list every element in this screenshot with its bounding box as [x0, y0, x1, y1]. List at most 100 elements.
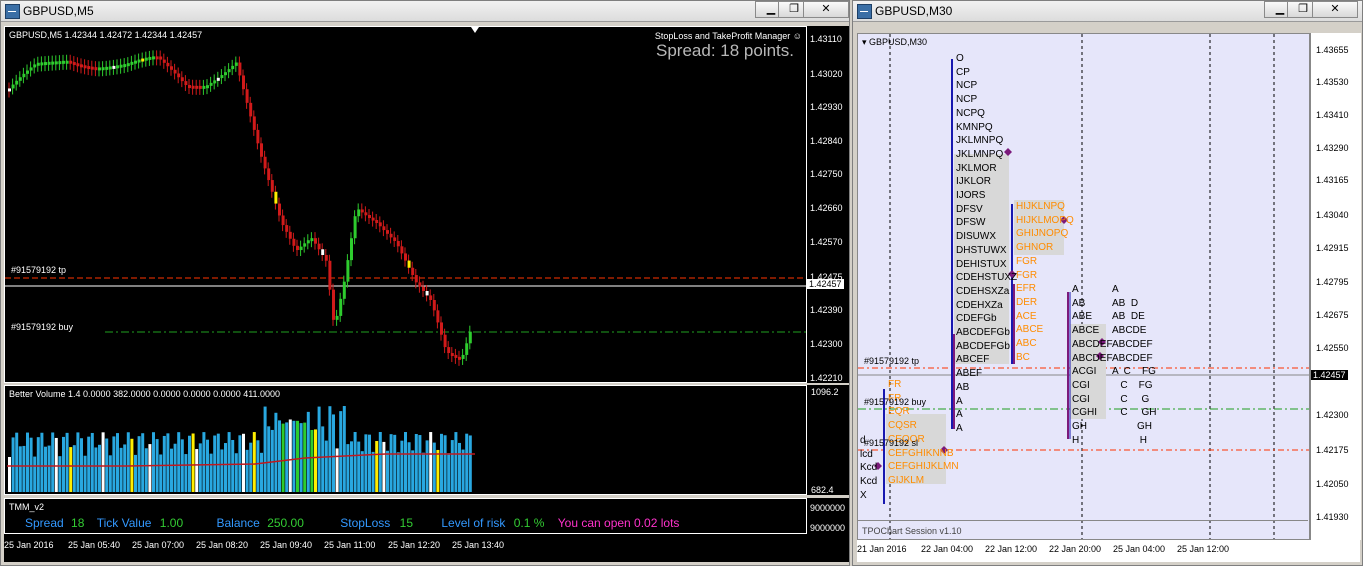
volume-bar: [36, 437, 40, 492]
time-axis-label: 22 Jan 12:00: [985, 544, 1038, 554]
candle-body: [94, 67, 98, 71]
volume-bar: [173, 443, 177, 492]
volume-bar: [429, 432, 433, 492]
candle-body: [166, 62, 170, 67]
candle-body: [242, 75, 245, 90]
price-axis[interactable]: 1.43110 1.43020 1.42930 1.42840 1.42750 1.426…: [807, 26, 849, 383]
close-button[interactable]: ✕: [1312, 1, 1358, 18]
tmm-info-row: Spread 18 Tick Value 1.00 Balance 250.00…: [25, 516, 679, 530]
candle-body: [126, 63, 130, 67]
titlebar-m30[interactable]: GBPUSD,M30 ▁ ❐ ✕: [853, 1, 1362, 22]
candle-body: [177, 73, 181, 78]
tmm-pane[interactable]: TMM_v2 Spread 18 Tick Value 1.00 Balance…: [4, 498, 807, 534]
tmm-axis-top: 9000000: [810, 503, 846, 513]
volume-bar: [29, 437, 33, 492]
volume-bar: [198, 443, 202, 492]
volume-bar: [285, 422, 289, 492]
volume-bar: [195, 449, 199, 492]
volume-bar: [425, 440, 429, 492]
close-button[interactable]: ✕: [803, 1, 849, 18]
candle-body: [184, 81, 188, 86]
candle-body: [342, 281, 346, 299]
volume-bar: [51, 432, 55, 492]
volume-bar: [62, 436, 65, 492]
volume-bar: [443, 435, 447, 492]
time-axis-label: 25 Jan 09:40: [260, 540, 313, 550]
candle-body: [173, 69, 177, 74]
price-axis-label: 1.43165: [1316, 175, 1349, 185]
tpo-row: JKLMNPQ: [956, 148, 1004, 160]
tpo-row: JKLMNPQ: [956, 135, 1004, 147]
tpo-row: ABCDEF: [1072, 352, 1113, 364]
price-axis-label: 1.43410: [1316, 110, 1349, 120]
tpo-row: GHIJNOPQ: [1016, 228, 1069, 240]
maximize-icon: ❐: [1298, 3, 1308, 15]
volume-bar: [422, 452, 425, 492]
tpo-row: ABEF: [956, 368, 983, 380]
tpo-row: NCP: [956, 94, 978, 106]
candle-body: [407, 260, 411, 268]
volume-bar: [65, 432, 69, 492]
candle-body: [461, 354, 465, 359]
current-price-tag: 1.42457: [807, 279, 844, 289]
volume-histogram: [7, 406, 475, 492]
tpo-row: ABCDE: [1112, 325, 1147, 337]
volume-bar: [144, 448, 148, 492]
time-axis[interactable]: 21 Jan 2016 22 Jan 04:00 22 Jan 12:00 22 Ja…: [857, 540, 1360, 562]
tpo-row: HIJKLMOPQ: [1016, 214, 1074, 226]
volume-bar: [393, 434, 397, 492]
close-icon: ✕: [1330, 3, 1340, 15]
minimize-icon: ▁: [766, 3, 776, 15]
volume-bar: [119, 447, 123, 492]
tpo-chart-pane[interactable]: ▾ GBPUSD,M30 O CP NCP NCP NCPQ KMNPQ JKLMNPQ JK…: [857, 33, 1310, 540]
volume-bar: [83, 455, 87, 492]
volume-bar: [454, 432, 458, 492]
candle-body: [80, 64, 83, 68]
window-title: GBPUSD,M5: [23, 4, 94, 18]
tpo-row: DISUWX: [956, 231, 996, 243]
volume-bar: [162, 435, 166, 492]
volume-bar: [339, 411, 343, 492]
window-gbpusd-m5[interactable]: GBPUSD,M5 ▁ ❐ ✕ GBPUSD,M5 1.42344 1.4247…: [0, 0, 850, 566]
candlestick-chart[interactable]: [5, 27, 807, 383]
candle-body: [231, 65, 235, 70]
candle-body: [375, 220, 379, 224]
volume-bar: [440, 433, 443, 492]
candle-body: [324, 255, 328, 261]
time-axis-label: 25 Jan 04:00: [1113, 544, 1166, 554]
tpo-row: EFR: [1016, 283, 1036, 295]
candle-body: [306, 240, 310, 244]
volume-bar: [274, 412, 278, 492]
volume-bar: [432, 442, 436, 492]
volume-bar: [18, 446, 22, 492]
volume-bar: [116, 433, 119, 492]
candle-body: [465, 343, 469, 355]
tmm-axis: 9000000 9000000: [807, 498, 849, 534]
candle-body: [108, 66, 112, 70]
candle-body: [220, 75, 224, 79]
tmm-title: TMM_v2: [9, 502, 45, 512]
volume-bar: [414, 433, 418, 492]
price-chart-pane[interactable]: GBPUSD,M5 1.42344 1.42472 1.42344 1.4245…: [4, 26, 807, 383]
tpo-row: FR: [888, 379, 902, 390]
tpo-row: CQSR: [888, 420, 917, 432]
time-axis[interactable]: 25 Jan 2016 25 Jan 05:40 25 Jan 07:00 25 Ja…: [4, 534, 849, 562]
titlebar-m5[interactable]: GBPUSD,M5 ▁ ❐ ✕: [1, 1, 849, 22]
time-axis-label: 25 Jan 08:20: [196, 540, 249, 550]
candle-body: [335, 315, 339, 320]
volume-bar: [123, 444, 127, 492]
volume-pane[interactable]: Better Volume 1.4 0.0000 382.0000 0.0000…: [4, 385, 807, 495]
time-axis-label: 25 Jan 05:40: [68, 540, 121, 550]
candle-body: [148, 56, 152, 60]
price-axis-label: 1.42660: [810, 203, 843, 213]
volume-bar: [436, 449, 440, 492]
window-gbpusd-m30[interactable]: GBPUSD,M30 ▁ ❐ ✕ ▾ GBPUSD,M30 O CP NCP NCP N…: [852, 0, 1363, 566]
volume-bar: [357, 441, 361, 492]
volume-bar: [242, 433, 245, 492]
volume-bar: [321, 426, 325, 492]
tpo-row: ABC: [1016, 338, 1037, 350]
price-axis[interactable]: 1.43655 1.43530 1.43410 1.43290 1.43165 1.430…: [1310, 33, 1361, 540]
tpo-row: CP: [956, 66, 970, 78]
tpo-profile-left-orange: FR FR EQR CQSR CEQOR CEFGHIKNNB CEFGHIJKLMN GIJ…: [888, 378, 959, 488]
candle-body: [249, 102, 253, 117]
